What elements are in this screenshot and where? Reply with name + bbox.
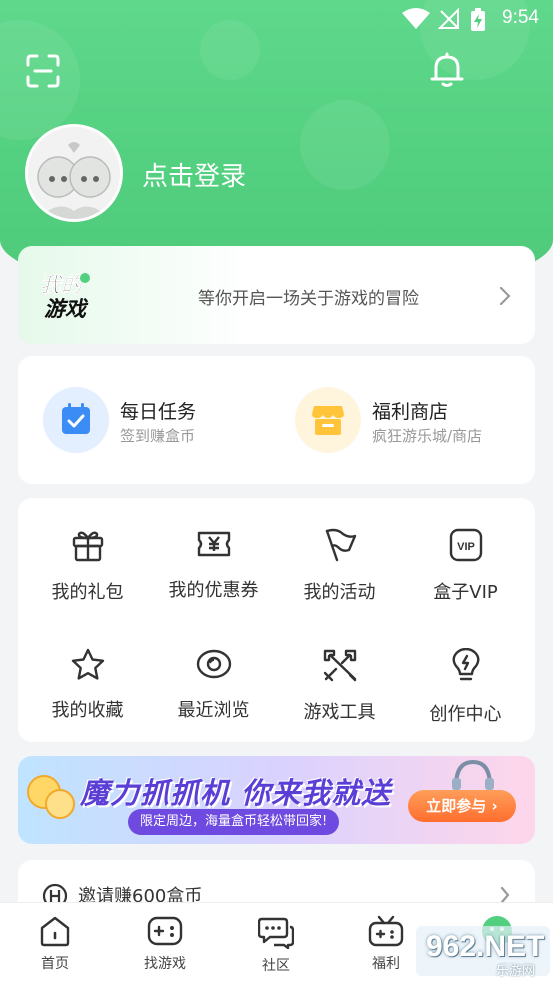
grid-label-coupon: 我的优惠券 bbox=[168, 580, 259, 601]
grid-label-vip: 盒子VIP bbox=[433, 582, 498, 603]
tools-icon bbox=[323, 649, 356, 682]
bulb-icon bbox=[452, 648, 479, 681]
battery-charging-icon bbox=[471, 8, 485, 31]
tab-label-home: 首页 bbox=[41, 956, 69, 972]
svg-text:VIP: VIP bbox=[457, 541, 475, 553]
grid-item-creator[interactable]: 创作中心 bbox=[403, 648, 528, 726]
grid-label-gift: 我的礼包 bbox=[51, 582, 124, 603]
coupon-icon bbox=[197, 531, 230, 557]
daily-task-icon-bg[interactable] bbox=[43, 387, 109, 453]
grid-item-recent[interactable]: 最近浏览 bbox=[151, 648, 276, 722]
grid-label-tools: 游戏工具 bbox=[303, 702, 376, 723]
my-games-logo-icon: 我的 游戏 bbox=[40, 273, 90, 321]
star-icon bbox=[71, 648, 104, 680]
adventure-slogan: 等你开启一场关于游戏的冒险 bbox=[198, 289, 419, 309]
watermark-subtext: 乐游网 bbox=[496, 964, 536, 979]
grid-item-tools[interactable]: 游戏工具 bbox=[277, 648, 402, 724]
banner-title: 魔力抓抓机 你来我就送 bbox=[80, 776, 392, 810]
join-now-button[interactable]: 立即参与 › bbox=[408, 790, 516, 822]
grid-label-activity: 我的活动 bbox=[303, 582, 376, 603]
chat-icon bbox=[258, 917, 294, 949]
banner-subtitle: 限定周边，海量盒币轻松带回家! bbox=[128, 809, 340, 835]
tab-community[interactable]: 社区 bbox=[236, 915, 316, 975]
tab-label-community: 社区 bbox=[262, 958, 290, 974]
avatar-illustration-icon bbox=[28, 127, 120, 219]
logo-text-line1: 我的 bbox=[40, 273, 85, 297]
login-link[interactable]: 点击登录 bbox=[142, 156, 246, 193]
shop-icon bbox=[312, 406, 344, 435]
tab-welfare[interactable]: 福利 bbox=[346, 915, 426, 973]
vip-icon: VIP bbox=[449, 528, 482, 562]
claw-machine-banner[interactable]: 魔力抓抓机 你来我就送 限定周边，海量盒币轻松带回家! 立即参与 › bbox=[18, 756, 535, 844]
grid-label-creator: 创作中心 bbox=[429, 704, 502, 725]
watermark-text: 962.NET bbox=[426, 930, 545, 963]
coins-decoration-icon bbox=[27, 775, 75, 819]
welfare-shop-subtitle: 疯狂游乐城/商店 bbox=[372, 427, 483, 445]
headphone-decoration-icon bbox=[452, 759, 494, 790]
wifi-icon bbox=[402, 8, 430, 29]
welfare-shop-title[interactable]: 福利商店 bbox=[372, 397, 448, 424]
grid-item-gift[interactable]: 我的礼包 bbox=[25, 528, 150, 604]
eye-icon bbox=[196, 649, 231, 679]
scan-icon[interactable] bbox=[26, 54, 60, 88]
gift-tv-icon bbox=[368, 915, 404, 947]
grid-item-coupon[interactable]: 我的优惠券 bbox=[151, 528, 276, 602]
tab-label-find-games: 找游戏 bbox=[144, 956, 186, 972]
daily-task-title[interactable]: 每日任务 bbox=[120, 397, 196, 424]
status-bar: 9:54 bbox=[0, 0, 553, 40]
welfare-shop-icon-bg[interactable] bbox=[295, 387, 361, 453]
tab-home[interactable]: 首页 bbox=[15, 915, 95, 973]
grid-label-favorites: 我的收藏 bbox=[51, 700, 124, 721]
no-signal-icon bbox=[438, 8, 459, 29]
grid-item-vip[interactable]: VIP 盒子VIP bbox=[403, 528, 528, 604]
status-time: 9:54 bbox=[502, 7, 539, 28]
gamepad-icon bbox=[147, 916, 183, 946]
grid-label-recent: 最近浏览 bbox=[177, 700, 250, 721]
home-icon bbox=[40, 916, 70, 947]
notification-bell-icon[interactable] bbox=[430, 52, 464, 88]
grid-item-favorites[interactable]: 我的收藏 bbox=[25, 648, 150, 722]
tab-label-welfare: 福利 bbox=[372, 956, 400, 972]
tab-find-games[interactable]: 找游戏 bbox=[125, 915, 205, 973]
logo-text-line2: 游戏 bbox=[44, 297, 89, 321]
gift-icon bbox=[72, 531, 103, 562]
chevron-right-icon bbox=[499, 286, 511, 306]
daily-task-subtitle: 签到赚盒币 bbox=[120, 427, 196, 445]
grid-item-activity[interactable]: 我的活动 bbox=[277, 528, 402, 604]
flag-icon bbox=[325, 528, 356, 562]
avatar[interactable] bbox=[25, 124, 123, 222]
calendar-check-icon bbox=[62, 403, 90, 434]
